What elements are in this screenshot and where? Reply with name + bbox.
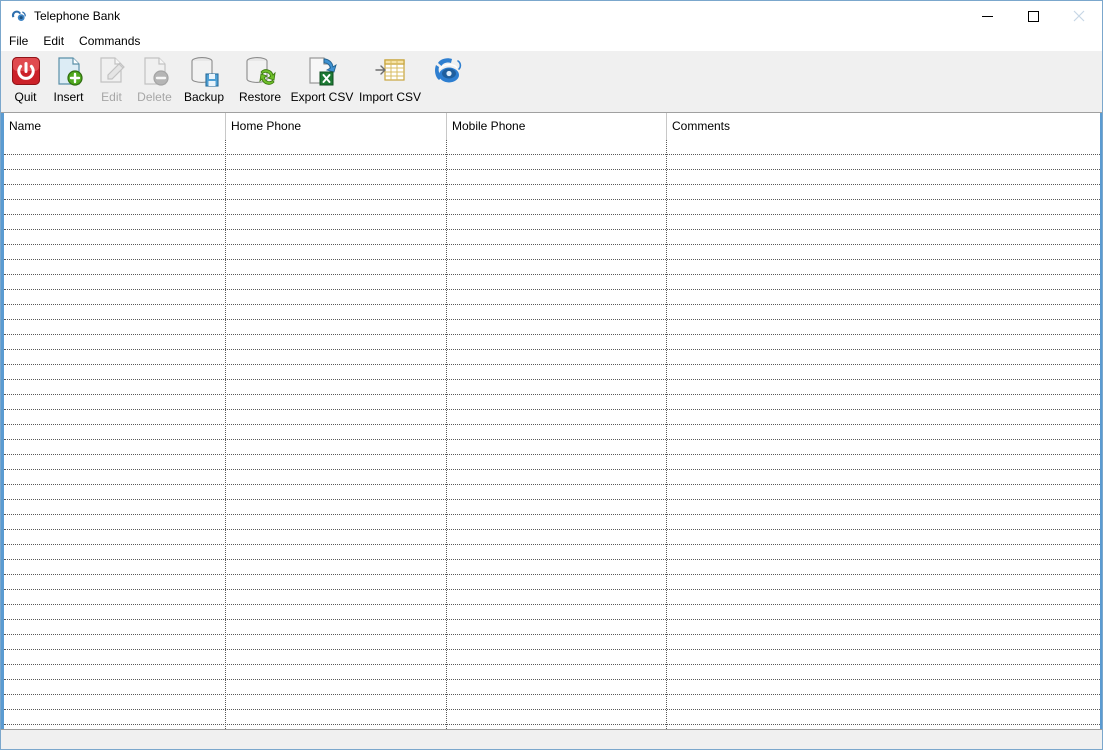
table-row[interactable] xyxy=(4,680,1100,695)
table-row[interactable] xyxy=(4,605,1100,620)
menu-item-file[interactable]: File xyxy=(9,31,37,51)
table-row[interactable] xyxy=(4,695,1100,710)
restore-button[interactable]: Restore xyxy=(232,51,288,111)
phone-button[interactable] xyxy=(424,51,467,111)
table-row[interactable] xyxy=(4,500,1100,515)
table-row[interactable] xyxy=(4,515,1100,530)
table-row[interactable] xyxy=(4,440,1100,455)
table-row[interactable] xyxy=(4,335,1100,350)
caption-buttons xyxy=(964,1,1102,31)
export-csv-button[interactable]: Export CSV xyxy=(288,51,356,111)
table-row[interactable] xyxy=(4,230,1100,245)
table-row[interactable] xyxy=(4,365,1100,380)
table-row[interactable] xyxy=(4,200,1100,215)
table-row[interactable] xyxy=(4,575,1100,590)
table-row[interactable] xyxy=(4,170,1100,185)
status-bar xyxy=(1,729,1102,749)
table-row[interactable] xyxy=(4,320,1100,335)
power-off-icon xyxy=(11,57,40,85)
table-row[interactable] xyxy=(4,455,1100,470)
insert-button[interactable]: Insert xyxy=(47,51,90,111)
table-row[interactable] xyxy=(4,710,1100,725)
maximize-icon xyxy=(1027,10,1039,22)
restore-label: Restore xyxy=(238,90,282,104)
table-row[interactable] xyxy=(4,470,1100,485)
toolbar: Quit Insert Edit Delete Backup Restore E… xyxy=(1,51,1102,113)
minimize-button[interactable] xyxy=(964,1,1010,31)
menu-item-commands[interactable]: Commands xyxy=(79,31,149,51)
table-row[interactable] xyxy=(4,260,1100,275)
backup-label: Backup xyxy=(183,90,225,104)
table-row[interactable] xyxy=(4,305,1100,320)
table-row[interactable] xyxy=(4,650,1100,665)
menu-bar: File Edit Commands xyxy=(1,31,1102,51)
table-row[interactable] xyxy=(4,620,1100,635)
import-csv-label: Import CSV xyxy=(358,90,421,104)
maximize-button[interactable] xyxy=(1010,1,1056,31)
edit-button: Edit xyxy=(90,51,133,111)
column-header-comments[interactable]: Comments xyxy=(667,113,1100,140)
window-title: Telephone Bank xyxy=(34,9,121,23)
table-row[interactable] xyxy=(4,425,1100,440)
table-row[interactable] xyxy=(4,395,1100,410)
column-header-home-phone[interactable]: Home Phone xyxy=(226,113,446,140)
delete-button: Delete xyxy=(133,51,176,111)
data-grid[interactable]: Name Home Phone Mobile Phone Comments xyxy=(1,113,1102,729)
page-add-icon xyxy=(57,57,83,86)
table-row[interactable] xyxy=(4,275,1100,290)
table-row[interactable] xyxy=(4,530,1100,545)
application-window: Telephone Bank File Edit Commands Quit I… xyxy=(0,0,1103,750)
quit-label: Quit xyxy=(14,90,37,104)
table-row[interactable] xyxy=(4,590,1100,605)
table-row[interactable] xyxy=(4,185,1100,200)
table-row[interactable] xyxy=(4,545,1100,560)
column-header-name[interactable]: Name xyxy=(4,113,225,140)
page-edit-icon xyxy=(99,57,125,83)
page-excel-out-icon xyxy=(309,57,337,86)
menu-item-edit[interactable]: Edit xyxy=(43,31,73,51)
table-row[interactable] xyxy=(4,350,1100,365)
table-row[interactable] xyxy=(4,140,1100,155)
table-row[interactable] xyxy=(4,215,1100,230)
table-row[interactable] xyxy=(4,485,1100,500)
insert-label: Insert xyxy=(53,90,84,104)
quit-button[interactable]: Quit xyxy=(4,51,47,111)
import-csv-button[interactable]: Import CSV xyxy=(356,51,424,111)
telephone-icon xyxy=(11,10,26,21)
table-row[interactable] xyxy=(4,665,1100,680)
table-row[interactable] xyxy=(4,635,1100,650)
table-row[interactable] xyxy=(4,380,1100,395)
export-csv-label: Export CSV xyxy=(290,90,354,104)
backup-button[interactable]: Backup xyxy=(176,51,232,111)
table-import-icon xyxy=(375,59,405,81)
table-row[interactable] xyxy=(4,560,1100,575)
grid-header-row: Name Home Phone Mobile Phone Comments xyxy=(4,113,1100,140)
edit-label: Edit xyxy=(101,90,122,104)
title-bar: Telephone Bank xyxy=(1,1,1102,31)
column-header-mobile-phone[interactable]: Mobile Phone xyxy=(447,113,666,140)
minimize-icon xyxy=(981,15,993,17)
database-refresh-icon xyxy=(246,57,276,85)
rotary-phone-icon xyxy=(434,58,461,83)
page-delete-icon xyxy=(143,57,169,86)
table-row[interactable] xyxy=(4,155,1100,170)
close-icon xyxy=(1073,10,1085,22)
table-row[interactable] xyxy=(4,410,1100,425)
table-row[interactable] xyxy=(4,245,1100,260)
table-row[interactable] xyxy=(4,290,1100,305)
delete-label: Delete xyxy=(137,90,172,104)
close-button[interactable] xyxy=(1056,1,1102,31)
database-save-icon xyxy=(191,57,219,87)
grid-body[interactable] xyxy=(4,140,1100,729)
